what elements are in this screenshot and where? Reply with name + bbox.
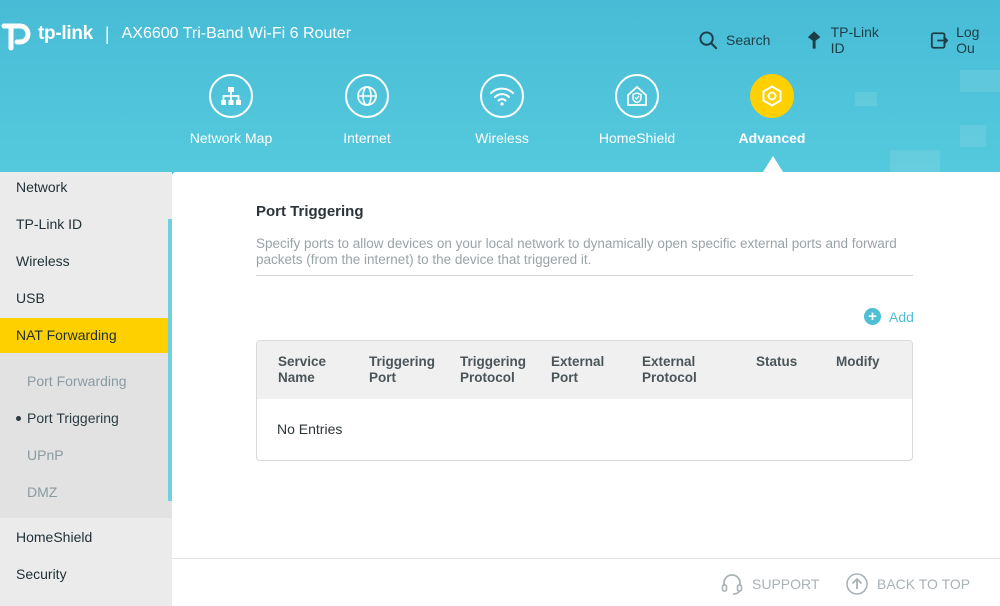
active-bullet bbox=[16, 416, 21, 421]
logout-icon bbox=[930, 31, 949, 49]
add-button-label: Add bbox=[889, 308, 914, 325]
nav-label: Network Map bbox=[189, 130, 273, 146]
header-line: External bbox=[642, 354, 696, 369]
header-links: Search TP-Link ID Log Ou bbox=[699, 24, 1000, 56]
search-link-label: Search bbox=[726, 32, 771, 48]
router-model: AX6600 Tri-Band Wi-Fi 6 Router bbox=[121, 25, 352, 42]
sidebar-item-tplink-id[interactable]: TP-Link ID bbox=[0, 209, 172, 246]
column-header-external-port: External Port bbox=[551, 354, 604, 386]
wifi-icon bbox=[490, 87, 514, 106]
header-line: Triggering bbox=[369, 354, 436, 369]
logout-link[interactable]: Log Ou bbox=[930, 24, 1000, 56]
support-link[interactable]: SUPPORT bbox=[720, 572, 819, 596]
table-header: Service Name Triggering Port Triggering … bbox=[257, 341, 912, 399]
divider bbox=[256, 275, 913, 276]
main-nav: Network Map Internet Wireless HomeShield… bbox=[0, 74, 1000, 172]
tplink-id-link[interactable]: TP-Link ID bbox=[806, 24, 894, 56]
column-header-status: Status bbox=[756, 354, 797, 370]
sidebar-item-network[interactable]: Network bbox=[0, 172, 172, 209]
tplink-id-icon bbox=[808, 31, 821, 49]
sidebar-subitem-port-forwarding[interactable]: Port Forwarding bbox=[0, 366, 172, 396]
sidebar-item-wireless[interactable]: Wireless bbox=[0, 246, 172, 283]
sidebar-submenu: Port Forwarding Port Triggering UPnP DMZ bbox=[0, 353, 172, 518]
nav-network-map[interactable]: Network Map bbox=[176, 74, 286, 146]
header-line: Service bbox=[278, 354, 327, 369]
back-to-top-link[interactable]: BACK TO TOP bbox=[845, 572, 970, 596]
nav-circle bbox=[480, 74, 524, 118]
nav-label: Advanced bbox=[738, 130, 806, 146]
brand-name: tp-link bbox=[38, 23, 93, 44]
header-line: Port bbox=[369, 370, 396, 385]
active-nav-pointer bbox=[763, 156, 783, 172]
sidebar-subitem-upnp[interactable]: UPnP bbox=[0, 440, 172, 470]
top-header: tp-link | AX6600 Tri-Band Wi-Fi 6 Router… bbox=[0, 0, 1000, 172]
globe-icon bbox=[357, 86, 377, 106]
sidebar-item-usb[interactable]: USB bbox=[0, 283, 172, 320]
tplink-id-link-label: TP-Link ID bbox=[830, 24, 879, 56]
brand-logo[interactable]: tp-link | AX6600 Tri-Band Wi-Fi 6 Router bbox=[0, 16, 351, 52]
sidebar-item-nat-forwarding[interactable]: NAT Forwarding bbox=[0, 318, 172, 353]
support-label: SUPPORT bbox=[752, 576, 820, 592]
sidebar-subitem-port-triggering[interactable]: Port Triggering bbox=[0, 403, 172, 433]
nav-label: Wireless bbox=[475, 130, 529, 146]
nav-circle bbox=[750, 74, 794, 118]
header-line: Protocol bbox=[642, 370, 697, 385]
sidebar-subitem-label: Port Triggering bbox=[27, 410, 119, 426]
column-header-service-name: Service Name bbox=[278, 354, 326, 386]
nav-label: Internet bbox=[343, 130, 391, 146]
header-separator: | bbox=[104, 23, 110, 44]
arrow-up-circle-icon bbox=[846, 573, 868, 595]
header-line: Modify bbox=[836, 354, 880, 369]
column-header-external-protocol: External Protocol bbox=[642, 354, 697, 386]
logout-link-label: Log Ou bbox=[956, 24, 980, 56]
gear-icon bbox=[762, 85, 782, 107]
main-content: Port Triggering Specify ports to allow d… bbox=[172, 172, 1000, 558]
nav-label: HomeShield bbox=[598, 130, 676, 146]
sidebar-subitem-dmz[interactable]: DMZ bbox=[0, 477, 172, 507]
header-line: Status bbox=[756, 354, 798, 369]
search-link[interactable]: Search bbox=[699, 30, 771, 50]
header-line: External bbox=[551, 354, 605, 369]
sidebar-item-homeshield[interactable]: HomeShield bbox=[0, 522, 172, 559]
nav-circle bbox=[209, 74, 253, 118]
nav-advanced[interactable]: Advanced bbox=[717, 74, 827, 146]
footer: SUPPORT BACK TO TOP bbox=[172, 558, 1000, 606]
header-line: Triggering bbox=[460, 354, 527, 369]
nav-internet[interactable]: Internet bbox=[312, 74, 422, 146]
tplink-logo-icon bbox=[1, 23, 31, 51]
add-button[interactable]: + Add bbox=[864, 308, 914, 325]
add-icon: + bbox=[864, 308, 881, 325]
column-header-triggering-protocol: Triggering Protocol bbox=[460, 354, 526, 386]
nav-homeshield[interactable]: HomeShield bbox=[582, 74, 692, 146]
empty-table-message: No Entries bbox=[277, 421, 343, 437]
headset-icon bbox=[721, 574, 743, 595]
header-line: Port bbox=[551, 370, 578, 385]
page-description: Specify ports to allow devices on your l… bbox=[256, 236, 897, 267]
back-to-top-label: BACK TO TOP bbox=[877, 576, 971, 592]
page-title: Port Triggering bbox=[256, 203, 364, 220]
search-icon bbox=[699, 30, 718, 49]
sidebar: Network TP-Link ID Wireless USB NAT Forw… bbox=[0, 172, 172, 606]
network-map-icon bbox=[221, 87, 241, 105]
sidebar-item-security[interactable]: Security bbox=[0, 559, 172, 596]
home-shield-icon bbox=[627, 85, 647, 106]
nav-wireless[interactable]: Wireless bbox=[447, 74, 557, 146]
header-line: Protocol bbox=[460, 370, 515, 385]
column-header-triggering-port: Triggering Port bbox=[369, 354, 435, 386]
header-line: Name bbox=[278, 370, 315, 385]
nav-circle bbox=[345, 74, 389, 118]
nav-circle bbox=[615, 74, 659, 118]
port-triggering-table: Service Name Triggering Port Triggering … bbox=[256, 340, 913, 461]
column-header-modify: Modify bbox=[836, 354, 880, 370]
